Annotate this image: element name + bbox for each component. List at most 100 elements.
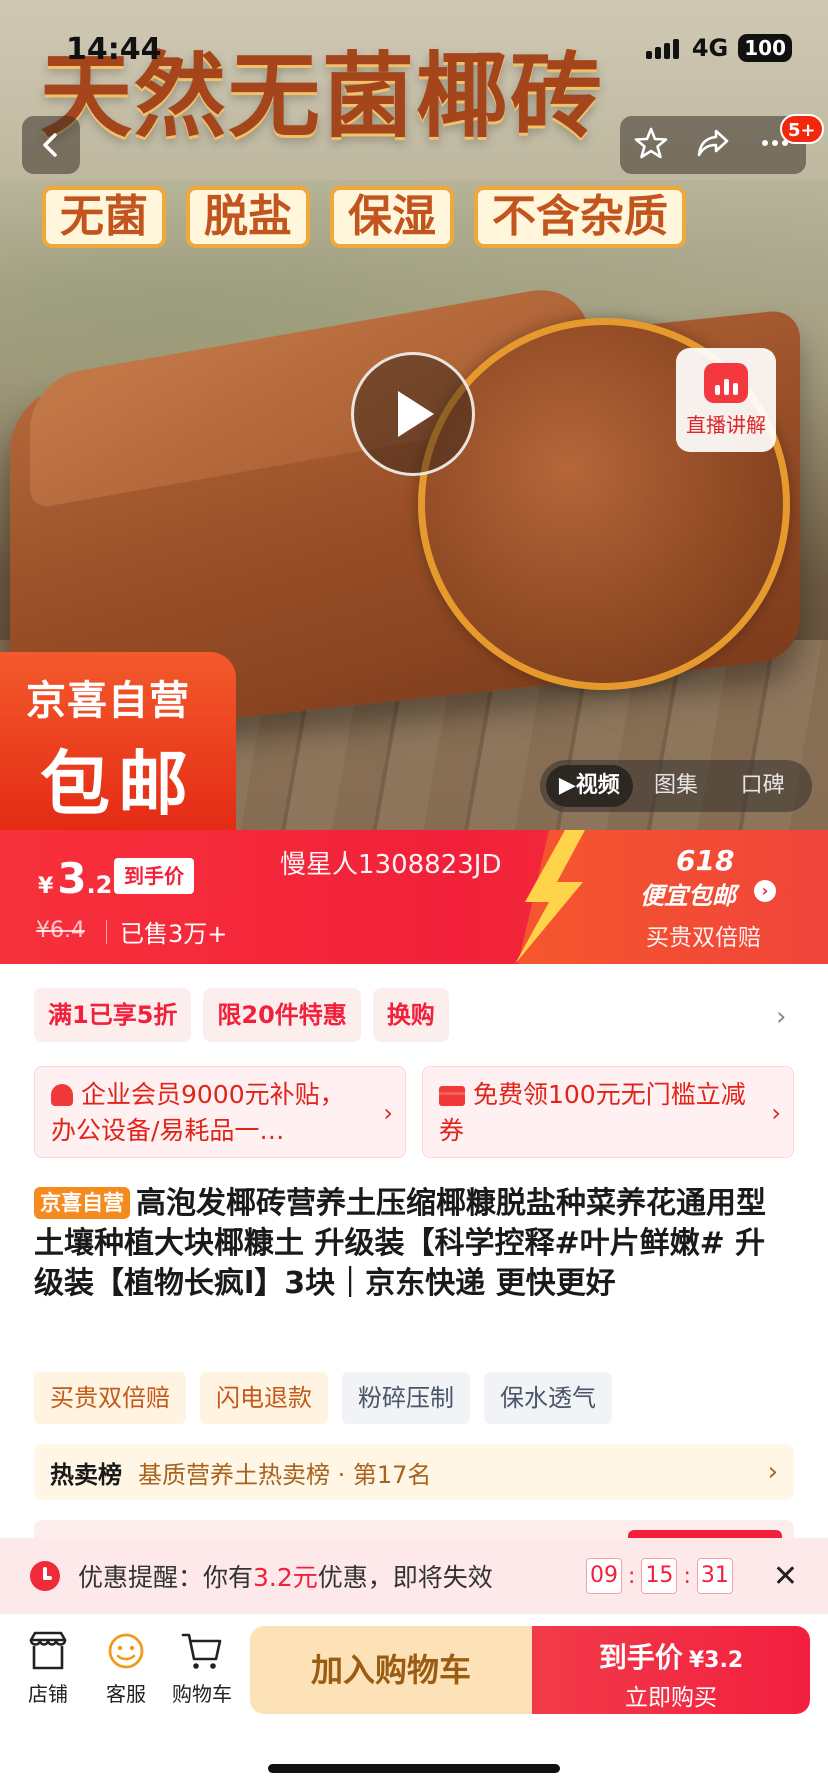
home-indicator <box>268 1764 560 1773</box>
price-banner: ¥ 3 .2 到手价 ¥6.4 已售3万+ 慢星人1308823JD 618 便… <box>0 830 828 964</box>
back-button[interactable] <box>22 116 80 174</box>
service-tag: 买贵双倍赔 <box>34 1372 186 1424</box>
close-icon[interactable]: ✕ <box>773 1559 798 1594</box>
countdown-seconds: 31 <box>696 1558 733 1594</box>
media-tabs: ▶视频 图集 口碑 <box>540 760 812 812</box>
hand-price-tag: 到手价 <box>114 858 194 894</box>
top-action-group <box>620 116 806 174</box>
divider <box>106 920 107 944</box>
ranking-title: 热卖榜 <box>50 1460 122 1489</box>
add-to-cart-button[interactable]: 加入购物车 <box>250 1626 532 1714</box>
discount-reminder-bar: 优惠提醒：你有3.2元优惠，即将失效 09 : 15 : 31 ✕ <box>0 1538 828 1614</box>
live-label: 直播讲解 <box>686 412 766 437</box>
reminder-amount: 3.2元 <box>253 1563 318 1592</box>
sold-count: 已售3万+ <box>120 920 228 948</box>
product-title-text: 高泡发椰砖营养土压缩椰糠脱盐种菜养花通用型土壤种植大块椰糠土 升级装【科学控释#… <box>34 1186 766 1301</box>
coupon-text: 免费领100元无门槛立减券 <box>439 1080 746 1145</box>
promo-tags[interactable]: 满1已享5折 限20件特惠 换购 <box>34 988 449 1042</box>
shop-label: 店铺 <box>28 1682 68 1706</box>
lightning-icon <box>515 830 585 964</box>
status-indicators: 4G 100 <box>645 34 792 62</box>
share-button[interactable] <box>696 126 730 164</box>
service-tag: 闪电退款 <box>200 1372 328 1424</box>
self-operated-label: 京喜自营 <box>26 678 190 724</box>
star-icon <box>634 127 668 159</box>
service-tag: 粉碎压制 <box>342 1372 470 1424</box>
colon: : <box>683 1563 691 1589</box>
service-tag: 保水透气 <box>484 1372 612 1424</box>
promo-tag[interactable]: 满1已享5折 <box>34 988 192 1042</box>
buy-price-label: 到手价 <box>598 1641 683 1674</box>
product-title: 京喜自营 高泡发椰砖营养土压缩椰糠脱盐种菜养花通用型土壤种植大块椰糠土 升级装【科… <box>34 1184 794 1304</box>
watermark-text: 慢星人1308823JD <box>280 850 502 880</box>
free-shipping-label: 包邮 <box>40 743 196 825</box>
cheap-free-shipping[interactable]: 便宜包邮 <box>640 876 736 911</box>
currency-symbol: ¥ <box>38 874 54 899</box>
ranking-bar[interactable]: 热卖榜 基质营养土热卖榜 · 第17名 › <box>34 1444 794 1500</box>
hero-tag: 不含杂质 <box>474 186 686 248</box>
price-decimal: .2 <box>86 871 113 899</box>
colon: : <box>628 1563 636 1589</box>
product-media-carousel[interactable]: 天然无菌椰砖 无菌 脱盐 保湿 不含杂质 14:44 4G 100 5+ 直播讲… <box>0 0 828 830</box>
tab-video[interactable]: ▶视频 <box>546 765 633 807</box>
countdown-timer: 09 : 15 : 31 <box>586 1558 733 1594</box>
card-icon <box>439 1086 465 1106</box>
live-explain-button[interactable]: 直播讲解 <box>676 348 776 452</box>
chevron-right-icon: › <box>383 1099 393 1127</box>
self-operated-free-shipping-badge: 京喜自营 包邮 <box>0 652 236 830</box>
chevron-right-icon: › <box>767 1457 778 1487</box>
buy-price: ¥3.2 <box>688 1648 744 1673</box>
reminder-text: 优惠提醒：你有3.2元优惠，即将失效 <box>78 1558 493 1594</box>
shop-icon <box>29 1631 67 1670</box>
buy-now-label: 立即购买 <box>625 1685 717 1711</box>
hero-tag: 无菌 <box>42 186 166 248</box>
chevron-right-icon[interactable]: › <box>754 880 776 902</box>
free-coupon[interactable]: 免费领100元无门槛立减券 › <box>422 1066 794 1158</box>
tab-reviews[interactable]: 口碑 <box>719 765 806 807</box>
share-icon <box>697 129 729 157</box>
battery-icon: 100 <box>738 34 792 62</box>
cart-icon <box>181 1633 222 1669</box>
enterprise-coupon[interactable]: 企业会员9000元补贴，办公设备/易耗品一… › <box>34 1066 406 1158</box>
price-integer: 3 <box>57 854 87 903</box>
tab-gallery[interactable]: 图集 <box>633 765 720 807</box>
clock-icon <box>30 1561 60 1591</box>
service-label: 客服 <box>106 1682 146 1706</box>
chevron-right-icon[interactable]: › <box>776 1002 786 1032</box>
cart-button[interactable]: 购物车 <box>162 1630 242 1707</box>
chevron-right-icon: › <box>771 1099 781 1127</box>
countdown-hours: 09 <box>586 1558 623 1594</box>
play-icon <box>398 391 434 437</box>
hero-tag: 保湿 <box>330 186 454 248</box>
original-price: ¥6.4 <box>36 918 85 943</box>
shop-button[interactable]: 店铺 <box>8 1630 88 1707</box>
promo-tag[interactable]: 换购 <box>372 988 449 1042</box>
live-icon <box>704 362 748 403</box>
promo-tag[interactable]: 限20件特惠 <box>203 988 361 1042</box>
reminder-suffix: 优惠，即将失效 <box>317 1563 493 1592</box>
hero-tags: 无菌 脱盐 保湿 不含杂质 <box>42 186 686 248</box>
network-type: 4G <box>691 34 729 62</box>
countdown-minutes: 15 <box>641 1558 678 1594</box>
reminder-prefix: 优惠提醒：你有 <box>78 1563 254 1592</box>
coupon-text: 企业会员9000元补贴，办公设备/易耗品一… <box>51 1080 345 1145</box>
signal-icon <box>645 37 682 59</box>
ranking-text: 基质营养土热卖榜 · 第17名 <box>138 1460 432 1489</box>
cart-label: 购物车 <box>172 1682 232 1706</box>
buy-now-button[interactable]: 到手价 ¥3.2 立即购买 <box>532 1626 810 1714</box>
hero-tag: 脱盐 <box>186 186 310 248</box>
message-count-badge: 5+ <box>780 114 824 144</box>
self-operated-tag: 京喜自营 <box>34 1187 130 1219</box>
customer-service-button[interactable]: 客服 <box>86 1630 166 1707</box>
service-tags: 买贵双倍赔 闪电退款 粉碎压制 保水透气 <box>34 1372 612 1424</box>
status-time: 14:44 <box>66 32 162 67</box>
double-compensation: 买贵双倍赔 <box>646 925 761 951</box>
customer-service-icon <box>108 1633 144 1669</box>
person-icon <box>51 1084 73 1106</box>
chevron-left-icon <box>43 133 57 157</box>
play-video-button[interactable] <box>351 352 475 476</box>
promo-618: 618 <box>676 844 735 877</box>
hand-price: ¥ 3 .2 <box>38 854 112 903</box>
favorite-button[interactable] <box>634 126 668 164</box>
buy-price-line: 到手价 ¥3.2 <box>532 1636 810 1676</box>
